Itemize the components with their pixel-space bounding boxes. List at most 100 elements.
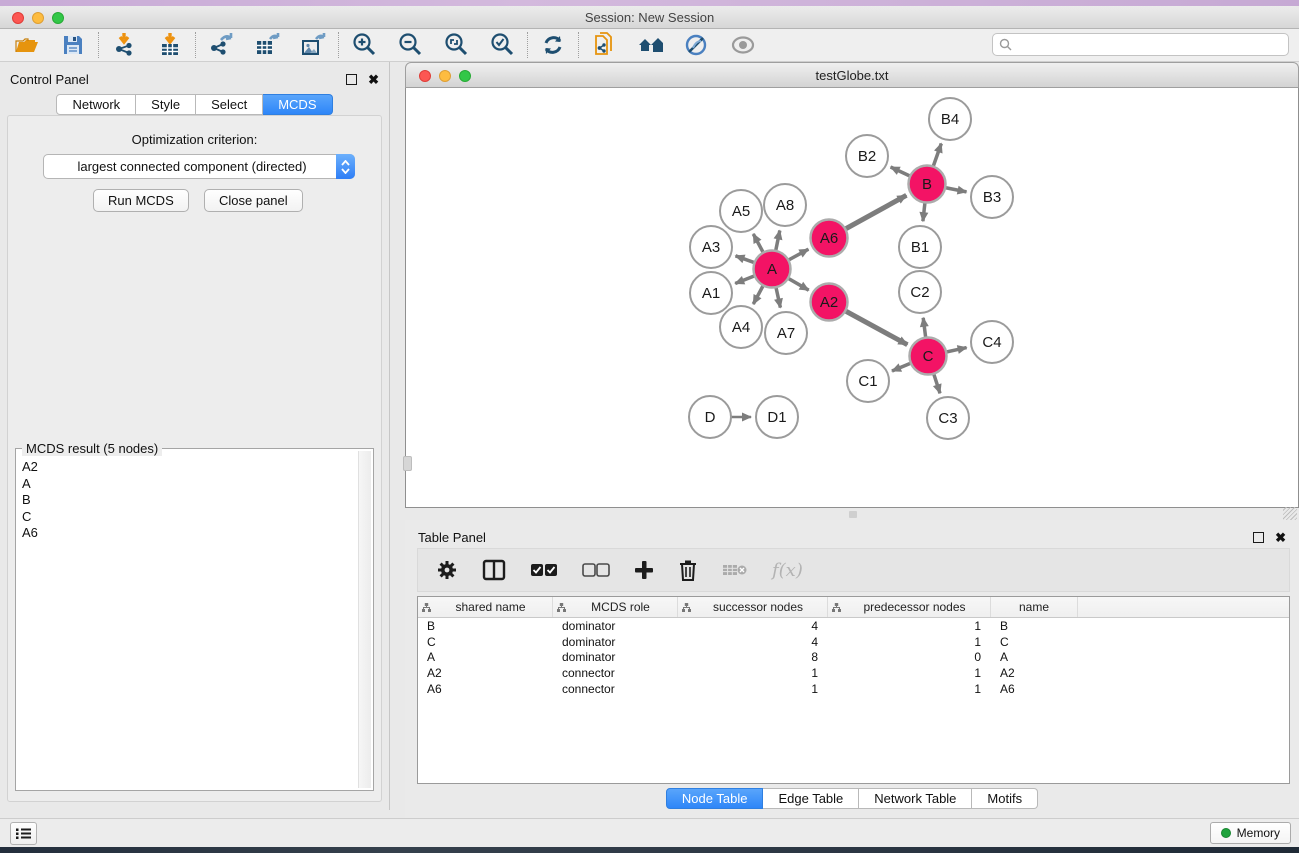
node-D[interactable]: D: [689, 396, 731, 438]
node-B[interactable]: B: [909, 166, 946, 203]
tab-node-table[interactable]: Node Table: [666, 788, 764, 809]
column-header-successor-nodes[interactable]: successor nodes: [678, 597, 828, 617]
cell-mcds-role[interactable]: dominator: [553, 619, 678, 633]
zoom-out-icon[interactable]: [397, 32, 423, 58]
tab-mcds[interactable]: MCDS: [263, 94, 332, 115]
minimize-window-button[interactable]: [32, 12, 44, 24]
zoom-view-button[interactable]: [459, 70, 471, 82]
tab-select[interactable]: Select: [196, 94, 263, 115]
mcds-result-item[interactable]: C: [18, 509, 358, 526]
open-session-icon[interactable]: [14, 32, 40, 58]
resize-grip-icon[interactable]: [1283, 507, 1297, 520]
show-columns-icon[interactable]: [482, 556, 506, 584]
node-A3[interactable]: A3: [690, 226, 732, 268]
close-table-panel-icon[interactable]: ✖: [1275, 532, 1286, 543]
cell-name[interactable]: C: [991, 635, 1078, 649]
zoom-in-icon[interactable]: [351, 32, 377, 58]
import-table-icon[interactable]: [157, 32, 183, 58]
horizontal-scrollbar-thumb[interactable]: [849, 511, 857, 518]
cell-predecessor-nodes[interactable]: 1: [828, 635, 991, 649]
network-canvas[interactable]: B4B2BB3A5A8A6A3B1AA1C2A2A4A7C4CC1DD1C3: [405, 88, 1299, 508]
tab-network-table[interactable]: Network Table: [859, 788, 972, 809]
cell-name[interactable]: A2: [991, 666, 1078, 680]
column-header-mcds-role[interactable]: MCDS role: [553, 597, 678, 617]
node-A2[interactable]: A2: [811, 284, 848, 321]
node-A[interactable]: A: [754, 251, 791, 288]
tab-network[interactable]: Network: [56, 94, 136, 115]
cell-name[interactable]: B: [991, 619, 1078, 633]
cell-successor-nodes[interactable]: 8: [678, 650, 828, 664]
node-C1[interactable]: C1: [847, 360, 889, 402]
float-panel-icon[interactable]: [346, 74, 357, 85]
save-session-icon[interactable]: [60, 32, 86, 58]
export-image-icon[interactable]: [300, 32, 326, 58]
column-header-name[interactable]: name: [991, 597, 1078, 617]
close-window-button[interactable]: [12, 12, 24, 24]
node-D1[interactable]: D1: [756, 396, 798, 438]
cell-shared-name[interactable]: C: [418, 635, 553, 649]
cell-shared-name[interactable]: A2: [418, 666, 553, 680]
cell-predecessor-nodes[interactable]: 1: [828, 666, 991, 680]
cell-shared-name[interactable]: B: [418, 619, 553, 633]
node-A6[interactable]: A6: [811, 220, 848, 257]
close-panel-icon[interactable]: ✖: [368, 74, 379, 85]
eye-icon[interactable]: [729, 32, 755, 58]
mcds-result-item[interactable]: A6: [18, 525, 358, 542]
cell-name[interactable]: A6: [991, 682, 1078, 696]
cell-predecessor-nodes[interactable]: 1: [828, 682, 991, 696]
delete-column-trash-icon[interactable]: [678, 556, 698, 584]
optimization-criterion-select[interactable]: largest connected component (directed): [43, 154, 355, 179]
run-mcds-button[interactable]: Run MCDS: [93, 189, 189, 212]
table-row[interactable]: A2connector11A2: [418, 665, 1289, 681]
cell-name[interactable]: A: [991, 650, 1078, 664]
tab-motifs[interactable]: Motifs: [972, 788, 1038, 809]
node-A1[interactable]: A1: [690, 272, 732, 314]
zoom-window-button[interactable]: [52, 12, 64, 24]
function-builder-icon[interactable]: f(x): [772, 556, 803, 584]
table-row[interactable]: Adominator80A: [418, 650, 1289, 666]
duplicate-network-icon[interactable]: [591, 32, 617, 58]
table-row[interactable]: Bdominator41B: [418, 618, 1289, 634]
unselect-all-columns-icon[interactable]: [582, 556, 610, 584]
close-panel-button[interactable]: Close panel: [204, 189, 303, 212]
node-C[interactable]: C: [910, 338, 947, 375]
cell-mcds-role[interactable]: dominator: [553, 650, 678, 664]
show-task-history-button[interactable]: [10, 822, 37, 845]
cell-shared-name[interactable]: A6: [418, 682, 553, 696]
minimize-view-button[interactable]: [439, 70, 451, 82]
node-A5[interactable]: A5: [720, 190, 762, 232]
memory-button[interactable]: Memory: [1210, 822, 1291, 844]
zoom-selected-icon[interactable]: [489, 32, 515, 58]
tab-edge-table[interactable]: Edge Table: [763, 788, 859, 809]
cell-mcds-role[interactable]: dominator: [553, 635, 678, 649]
import-network-icon[interactable]: [111, 32, 137, 58]
select-all-columns-icon[interactable]: [530, 556, 558, 584]
node-A8[interactable]: A8: [764, 184, 806, 226]
close-view-button[interactable]: [419, 70, 431, 82]
table-row[interactable]: A6connector11A6: [418, 681, 1289, 697]
cell-successor-nodes[interactable]: 1: [678, 666, 828, 680]
table-row[interactable]: Cdominator41C: [418, 634, 1289, 650]
cell-mcds-role[interactable]: connector: [553, 666, 678, 680]
table-settings-gear-icon[interactable]: [436, 556, 458, 584]
node-B2[interactable]: B2: [846, 135, 888, 177]
node-A4[interactable]: A4: [720, 306, 762, 348]
mcds-result-item[interactable]: A2: [18, 459, 358, 476]
export-network-icon[interactable]: [208, 32, 234, 58]
node-C3[interactable]: C3: [927, 397, 969, 439]
cell-predecessor-nodes[interactable]: 1: [828, 619, 991, 633]
search-input[interactable]: [1017, 35, 1282, 54]
mcds-result-item[interactable]: A: [18, 476, 358, 493]
vertical-scrollbar-thumb[interactable]: [403, 456, 412, 471]
mcds-result-scrollbar[interactable]: [358, 451, 371, 788]
node-B1[interactable]: B1: [899, 226, 941, 268]
home-icon[interactable]: [637, 32, 663, 58]
cell-predecessor-nodes[interactable]: 0: [828, 650, 991, 664]
tab-style[interactable]: Style: [136, 94, 196, 115]
zoom-fit-icon[interactable]: [443, 32, 469, 58]
refresh-icon[interactable]: [540, 32, 566, 58]
cell-shared-name[interactable]: A: [418, 650, 553, 664]
cell-successor-nodes[interactable]: 4: [678, 619, 828, 633]
float-table-panel-icon[interactable]: [1253, 532, 1264, 543]
cell-successor-nodes[interactable]: 1: [678, 682, 828, 696]
